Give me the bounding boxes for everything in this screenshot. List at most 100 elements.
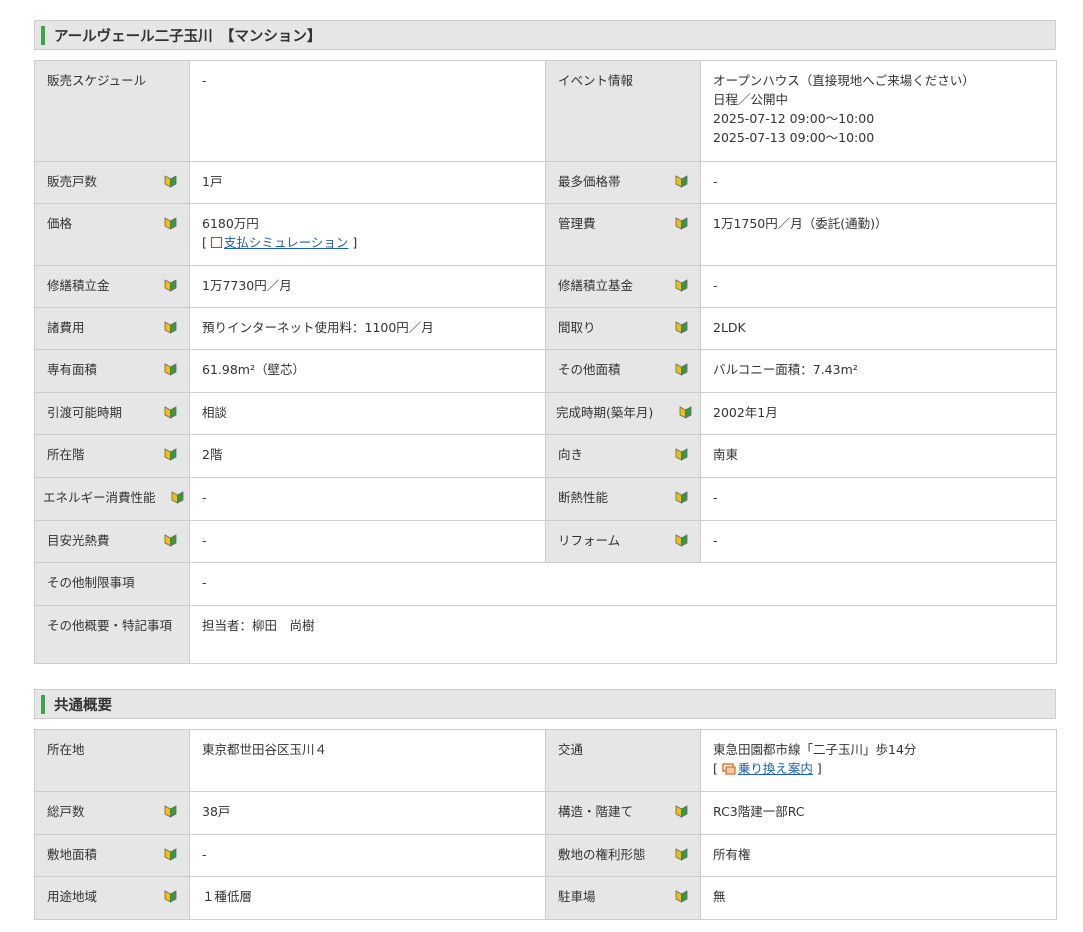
- label-utility: 目安光熱費: [34, 520, 190, 563]
- value-completion: 2002年1月: [700, 392, 1057, 435]
- beginner-mark-icon[interactable]: [675, 217, 688, 230]
- bracket: ]: [816, 761, 822, 776]
- label-floor: 所在階: [34, 434, 190, 478]
- property-spec-table: 販売スケジュール - イベント情報 オープンハウス（直接現地へご来場ください） …: [34, 60, 1057, 664]
- value-layout: 2LDK: [700, 307, 1057, 350]
- transport-links: [乗り換え案内 ]: [713, 759, 1044, 778]
- event-line: 日程／公開中: [713, 92, 789, 107]
- property-spec-table-wrap: 販売スケジュール - イベント情報 オープンハウス（直接現地へご来場ください） …: [34, 60, 1057, 664]
- label-area: 専有面積: [34, 349, 190, 393]
- value-repair-reserve: 1万7730円／月: [189, 265, 546, 308]
- beginner-mark-icon[interactable]: [675, 279, 688, 292]
- section-accent-bar: [41, 25, 45, 45]
- beginner-mark-icon[interactable]: [675, 321, 688, 334]
- value-direction: 南東: [700, 434, 1057, 478]
- beginner-mark-icon[interactable]: [164, 321, 177, 334]
- value-restrictions: -: [189, 562, 1057, 606]
- label-top-price: 最多価格帯: [545, 161, 701, 204]
- simulation-icon: [210, 237, 222, 248]
- beginner-mark-icon[interactable]: [164, 217, 177, 230]
- label-other-area: その他面積: [545, 349, 701, 393]
- label-land-area: 敷地面積: [34, 834, 190, 877]
- beginner-mark-icon[interactable]: [675, 175, 688, 188]
- label-address: 所在地: [34, 729, 190, 792]
- table-row: その他制限事項 -: [34, 562, 1057, 606]
- section-header: 共通概要: [34, 689, 1056, 719]
- beginner-mark-icon[interactable]: [164, 175, 177, 188]
- value-mgmt-fee: 1万1750円／月（委託(通勤)）: [700, 203, 1057, 266]
- value-price: 6180万円 [支払シミュレーション ]: [189, 203, 546, 266]
- beginner-mark-icon[interactable]: [675, 491, 688, 504]
- value-utility: -: [189, 520, 546, 563]
- event-line: オープンハウス（直接現地へご来場ください）: [713, 73, 975, 88]
- table-row: その他概要・特記事項 担当者：柳田 尚樹: [34, 605, 1057, 664]
- beginner-mark-icon[interactable]: [164, 805, 177, 818]
- table-row: 目安光熱費 - リフォーム -: [34, 520, 1057, 563]
- payment-simulation-link[interactable]: 支払シミュレーション: [224, 235, 349, 250]
- table-row: 修繕積立金 1万7730円／月 修繕積立基金 -: [34, 265, 1057, 308]
- beginner-mark-icon[interactable]: [675, 848, 688, 861]
- value-handover: 相談: [189, 392, 546, 435]
- value-other-area: バルコニー面積：7.43m²: [700, 349, 1057, 393]
- label-repair-reserve: 修繕積立金: [34, 265, 190, 308]
- label-direction: 向き: [545, 434, 701, 478]
- value-event: オープンハウス（直接現地へご来場ください） 日程／公開中 2025-07-12 …: [700, 60, 1057, 162]
- value-energy: -: [189, 477, 546, 521]
- label-event: イベント情報: [545, 60, 701, 162]
- value-land-rights: 所有権: [700, 834, 1057, 877]
- bracket: [: [202, 235, 207, 250]
- beginner-mark-icon[interactable]: [679, 406, 692, 419]
- value-land-area: -: [189, 834, 546, 877]
- beginner-mark-icon[interactable]: [171, 491, 184, 504]
- beginner-mark-icon[interactable]: [675, 363, 688, 376]
- value-area: 61.98m²（壁芯）: [189, 349, 546, 393]
- table-row: 諸費用 預りインターネット使用料：1100円／月 間取り 2LDK: [34, 307, 1057, 350]
- label-schedule: 販売スケジュール: [34, 60, 190, 162]
- beginner-mark-icon[interactable]: [164, 848, 177, 861]
- table-row: エネルギー消費性能 - 断熱性能 -: [34, 477, 1057, 521]
- value-reform: -: [700, 520, 1057, 563]
- beginner-mark-icon[interactable]: [675, 890, 688, 903]
- property-spec-section: アールヴェール二子玉川 【マンション】: [34, 20, 1056, 50]
- event-line: 2025-07-13 09:00～10:00: [713, 130, 875, 145]
- beginner-mark-icon[interactable]: [164, 534, 177, 547]
- label-mgmt-fee: 管理費: [545, 203, 701, 266]
- common-overview-table: 所在地 東京都世田谷区玉川４ 交通 東急田園都市線「二子玉川」歩14分 [乗り換…: [34, 729, 1057, 920]
- beginner-mark-icon[interactable]: [675, 534, 688, 547]
- label-zoning: 用途地域: [34, 876, 190, 920]
- beginner-mark-icon[interactable]: [164, 363, 177, 376]
- beginner-mark-icon[interactable]: [164, 448, 177, 461]
- label-parking: 駐車場: [545, 876, 701, 920]
- transfer-guide-link[interactable]: 乗り換え案内: [738, 761, 813, 776]
- bracket: ]: [352, 235, 358, 250]
- common-overview-section: 共通概要: [34, 689, 1056, 719]
- label-restrictions: その他制限事項: [34, 562, 190, 606]
- value-floor: 2階: [189, 434, 546, 478]
- table-row: 販売戸数 1戸 最多価格帯 -: [34, 161, 1057, 204]
- label-notes: その他概要・特記事項: [34, 605, 190, 664]
- value-address: 東京都世田谷区玉川４: [189, 729, 546, 792]
- common-overview-table-wrap: 所在地 東京都世田谷区玉川４ 交通 東急田園都市線「二子玉川」歩14分 [乗り換…: [34, 729, 1057, 920]
- table-row: 敷地面積 - 敷地の権利形態 所有権: [34, 834, 1057, 877]
- value-total-units: 38戸: [189, 791, 546, 835]
- section-header: アールヴェール二子玉川 【マンション】: [34, 20, 1056, 50]
- label-handover: 引渡可能時期: [34, 392, 190, 435]
- table-row: 専有面積 61.98m²（壁芯） その他面積 バルコニー面積：7.43m²: [34, 349, 1057, 393]
- beginner-mark-icon[interactable]: [164, 279, 177, 292]
- section-accent-bar: [41, 694, 45, 714]
- beginner-mark-icon[interactable]: [164, 406, 177, 419]
- section-title: アールヴェール二子玉川 【マンション】: [54, 28, 322, 45]
- transfer-guide-icon: [722, 763, 736, 775]
- value-parking: 無: [700, 876, 1057, 920]
- beginner-mark-icon[interactable]: [675, 805, 688, 818]
- transport-text: 東急田園都市線「二子玉川」歩14分: [713, 742, 917, 757]
- value-repair-fund: -: [700, 265, 1057, 308]
- table-row: 総戸数 38戸 構造・階建て RC3階建一部RC: [34, 791, 1057, 835]
- value-notes: 担当者：柳田 尚樹: [189, 605, 1057, 664]
- table-row: 所在地 東京都世田谷区玉川４ 交通 東急田園都市線「二子玉川」歩14分 [乗り換…: [34, 729, 1057, 792]
- event-line: 2025-07-12 09:00～10:00: [713, 111, 875, 126]
- beginner-mark-icon[interactable]: [164, 890, 177, 903]
- table-row: 価格 6180万円 [支払シミュレーション ] 管理費 1万1750円／月（委託…: [34, 203, 1057, 266]
- section-title: 共通概要: [54, 697, 112, 714]
- beginner-mark-icon[interactable]: [675, 448, 688, 461]
